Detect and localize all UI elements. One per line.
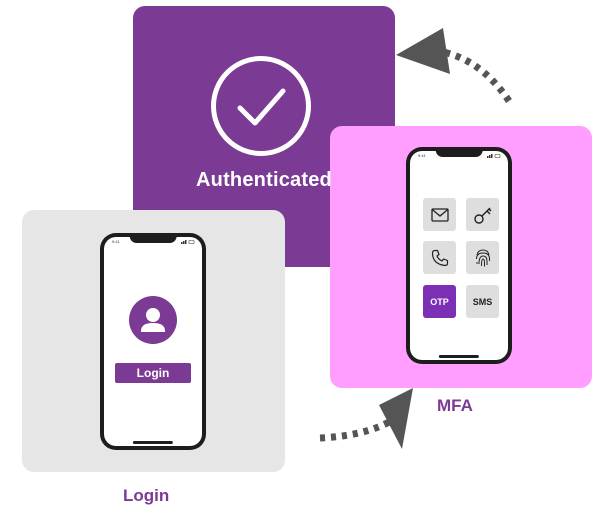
login-caption: Login bbox=[123, 486, 170, 505]
arrow-login-to-mfa bbox=[319, 388, 413, 449]
arrow-mfa-to-authenticated bbox=[396, 28, 512, 103]
mfa-caption: MFA bbox=[437, 396, 473, 415]
